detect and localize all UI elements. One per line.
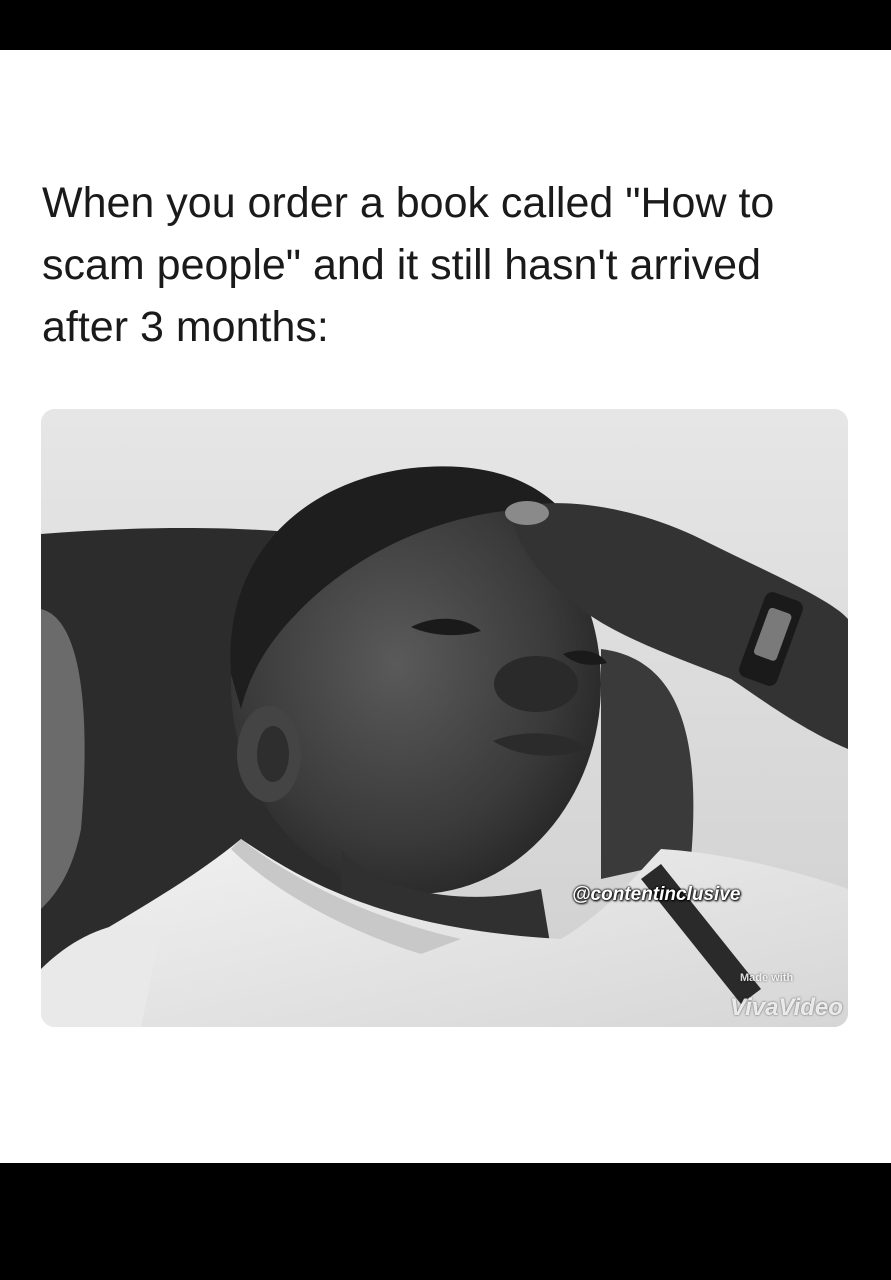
app-watermark-prefix: Made with xyxy=(740,972,794,984)
meme-page: When you order a book called "How to sca… xyxy=(0,0,891,1280)
photo-illustration xyxy=(41,409,848,1027)
app-watermark-brand: VivaVideo xyxy=(730,994,843,1021)
crying-kid-photo xyxy=(41,409,848,1027)
bottom-black-bar xyxy=(0,1163,891,1280)
creator-watermark: @contentinclusive xyxy=(572,884,741,905)
app-watermark: Made with VivaVideo xyxy=(730,972,848,1027)
top-black-bar xyxy=(0,0,891,50)
meme-caption: When you order a book called "How to sca… xyxy=(42,179,775,351)
